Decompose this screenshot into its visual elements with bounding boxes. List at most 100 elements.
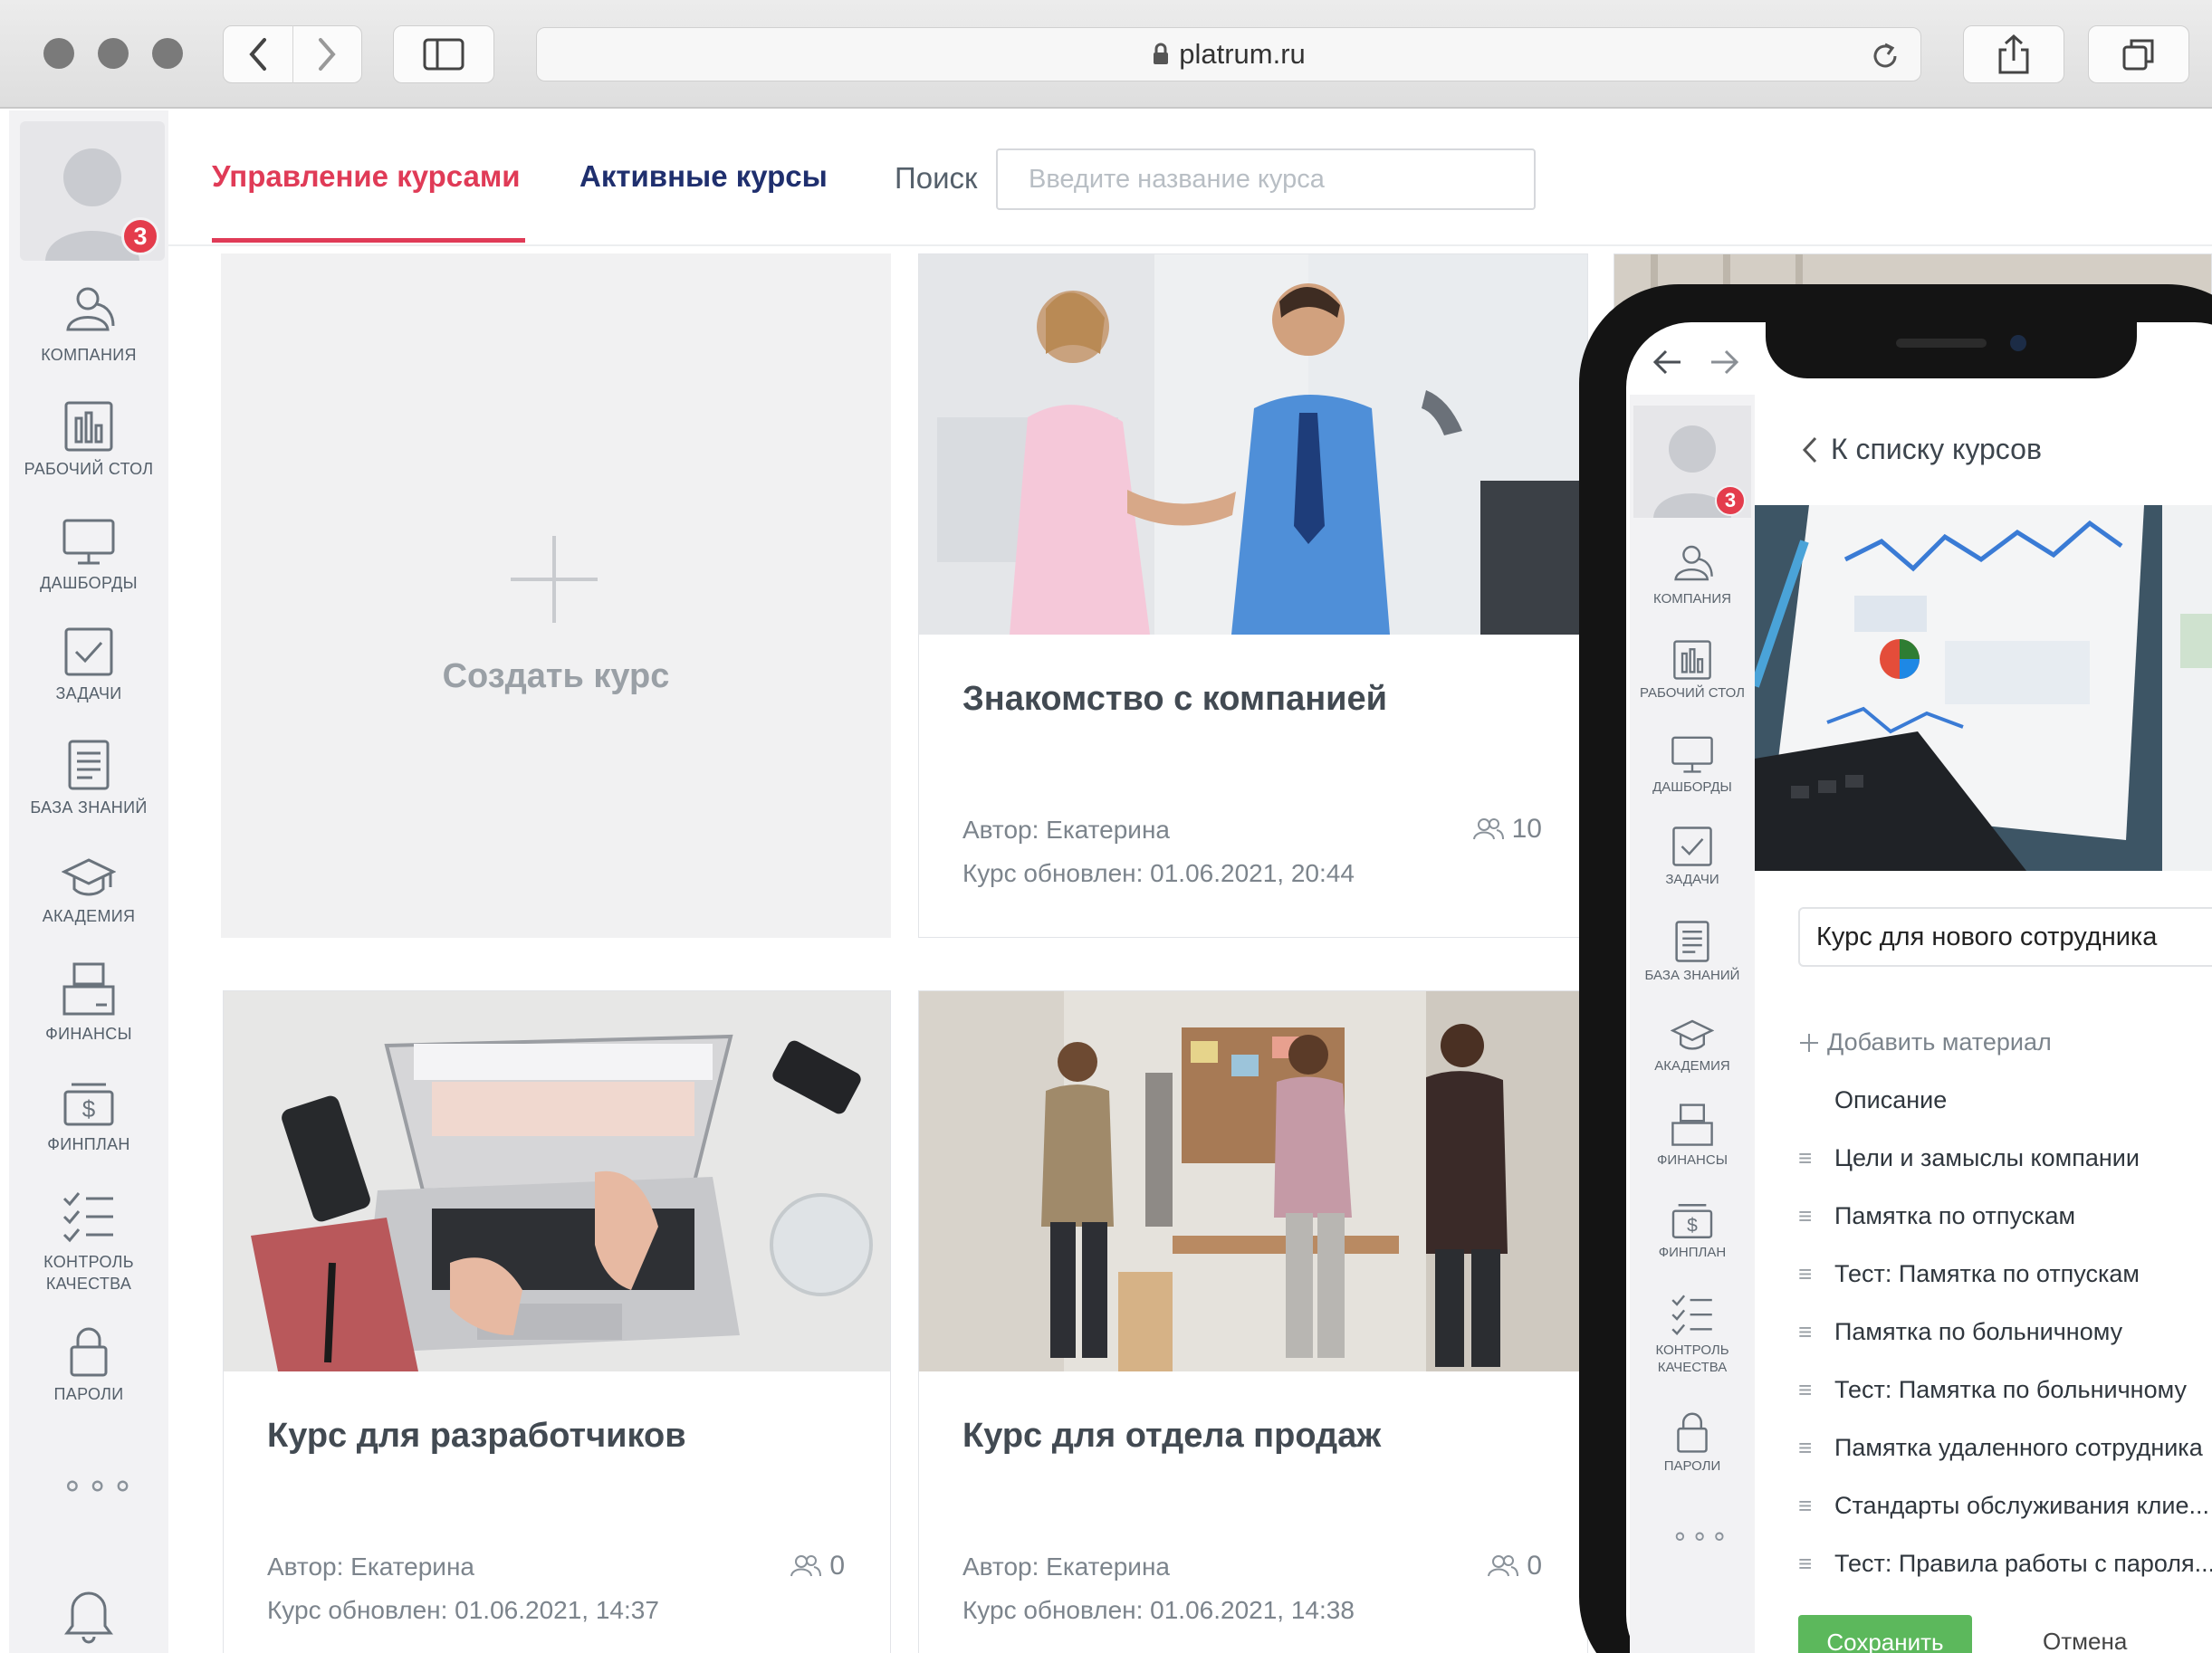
participants-count: 0 bbox=[790, 1551, 845, 1581]
material-item[interactable]: ≡ Тест: Правила работы с пароля... bbox=[1798, 1550, 2212, 1578]
sidebar-item-finplan[interactable]: $ Финплан bbox=[9, 1081, 168, 1155]
close-window-dot[interactable] bbox=[43, 38, 74, 69]
sidebar-item-passwords[interactable]: Пароли bbox=[9, 1327, 168, 1405]
svg-text:$: $ bbox=[82, 1095, 96, 1123]
sidebar-item-quality-control[interactable]: Контроль качества bbox=[9, 1190, 168, 1295]
knowledge-base-icon bbox=[68, 740, 110, 790]
sidebar-item-tasks[interactable]: Задачи bbox=[9, 626, 168, 704]
url-text: platrum.ru bbox=[1179, 38, 1306, 70]
search-input[interactable] bbox=[996, 148, 1536, 210]
phone-more-icon[interactable]: ∘∘∘ bbox=[1671, 1521, 1730, 1553]
participants-count: 0 bbox=[1487, 1551, 1542, 1581]
desktop-icon bbox=[64, 401, 113, 452]
phone-sidebar-item-passwords[interactable]: Пароли bbox=[1630, 1412, 1755, 1475]
finplan-icon: $ bbox=[63, 1083, 114, 1126]
minimize-window-dot[interactable] bbox=[98, 38, 129, 69]
material-label: Памятка по больничному bbox=[1834, 1318, 2123, 1345]
phone-sidebar-item-finplan[interactable]: $ Финплан bbox=[1630, 1202, 1755, 1261]
material-item[interactable]: ≡ Тест: Памятка по больничному bbox=[1798, 1376, 2187, 1404]
course-name-input[interactable]: Курс для нового сотрудника bbox=[1798, 907, 2212, 967]
course-cover-image bbox=[1755, 505, 2212, 871]
tabs-overview-button[interactable] bbox=[2088, 25, 2189, 83]
sidebar-item-label: Задачи bbox=[1665, 872, 1719, 887]
material-item[interactable]: ≡ Тест: Памятка по отпускам bbox=[1798, 1260, 2140, 1288]
material-item[interactable]: ≡ Памятка по отпускам bbox=[1798, 1202, 2075, 1230]
material-label: Тест: Памятка по больничному bbox=[1834, 1376, 2187, 1403]
sidebar-item-company[interactable]: Компания bbox=[9, 284, 168, 366]
drag-handle-icon[interactable]: ≡ bbox=[1798, 1492, 1834, 1520]
more-icon[interactable]: ∘∘∘ bbox=[62, 1465, 137, 1505]
lock-icon bbox=[1677, 1412, 1708, 1453]
drag-handle-icon[interactable]: ≡ bbox=[1798, 1202, 1834, 1230]
material-item[interactable]: ≡ Стандарты обслуживания клие... bbox=[1798, 1492, 2209, 1520]
maximize-window-dot[interactable] bbox=[152, 38, 183, 69]
phone-back-arrow-icon[interactable] bbox=[1652, 344, 1682, 385]
back-to-courses-link[interactable]: К списку курсов bbox=[1802, 433, 2042, 466]
phone-sidebar-item-knowledge-base[interactable]: База знаний bbox=[1630, 920, 1755, 984]
users-icon bbox=[1472, 818, 1504, 840]
phone-notification-badge: 3 bbox=[1715, 485, 1746, 516]
material-item[interactable]: ≡ Памятка удаленного сотрудника bbox=[1798, 1434, 2203, 1462]
sidebar-item-finance[interactable]: Финансы bbox=[9, 961, 168, 1045]
create-course-card[interactable] bbox=[221, 253, 891, 938]
active-tab-indicator bbox=[212, 238, 525, 243]
participants-number: 0 bbox=[829, 1551, 845, 1581]
sidebar-item-knowledge-base[interactable]: База знаний bbox=[9, 739, 168, 818]
sidebar-item-label: Финплан bbox=[1658, 1245, 1727, 1260]
drag-handle-icon[interactable]: ≡ bbox=[1798, 1144, 1834, 1172]
save-button[interactable]: Сохранить bbox=[1798, 1615, 1972, 1653]
phone-sidebar-item-tasks[interactable]: Задачи bbox=[1630, 826, 1755, 888]
participants-number: 0 bbox=[1527, 1551, 1542, 1581]
company-icon bbox=[1674, 545, 1713, 581]
sidebar-item-label: Финансы bbox=[45, 1025, 132, 1043]
phone-sidebar-item-finance[interactable]: Финансы bbox=[1630, 1103, 1755, 1169]
sidebar-toggle-button[interactable] bbox=[393, 25, 494, 83]
participants-count: 10 bbox=[1472, 814, 1542, 845]
sidebar-item-label: База знаний bbox=[1644, 968, 1740, 983]
sidebar-icon bbox=[423, 38, 464, 71]
sidebar-item-label: Компания bbox=[41, 346, 137, 364]
phone-sidebar-item-quality-control[interactable]: Контроль качества bbox=[1630, 1293, 1755, 1376]
material-item[interactable]: ≡ Памятка по больничному bbox=[1798, 1318, 2122, 1346]
monitor-icon bbox=[1671, 736, 1713, 773]
sidebar-item-desktop[interactable]: Рабочий стол bbox=[9, 400, 168, 480]
phone-forward-arrow-icon[interactable] bbox=[1709, 344, 1740, 385]
back-arrow-icon[interactable] bbox=[224, 37, 292, 72]
drag-handle-icon[interactable]: ≡ bbox=[1798, 1376, 1834, 1404]
tab-course-management[interactable]: Управление курсами bbox=[212, 159, 521, 194]
drag-handle-icon[interactable]: ≡ bbox=[1798, 1434, 1834, 1462]
browser-toolbar: platrum.ru bbox=[0, 0, 2212, 109]
drag-handle-icon[interactable]: ≡ bbox=[1798, 1318, 1834, 1346]
phone-speaker bbox=[1896, 339, 1987, 348]
course-image-handshake bbox=[919, 254, 1587, 635]
share-button[interactable] bbox=[1963, 25, 2064, 83]
sidebar-item-dashboards[interactable]: Дашборды bbox=[9, 518, 168, 594]
material-description[interactable]: Описание bbox=[1798, 1086, 1947, 1114]
material-item[interactable]: ≡ Цели и замыслы компании bbox=[1798, 1144, 2140, 1172]
phone-sidebar-item-company[interactable]: Компания bbox=[1630, 543, 1755, 607]
tab-active-courses[interactable]: Активные курсы bbox=[579, 159, 828, 194]
forward-arrow-icon[interactable] bbox=[293, 37, 362, 72]
material-label: Памятка удаленного сотрудника bbox=[1834, 1434, 2203, 1461]
reload-icon[interactable] bbox=[1870, 41, 1901, 76]
phone-sidebar-item-academy[interactable]: Академия bbox=[1630, 1018, 1755, 1075]
sidebar-item-label: Дашборды bbox=[40, 574, 138, 592]
address-bar[interactable]: platrum.ru bbox=[536, 27, 1921, 81]
phone-sidebar-item-dashboards[interactable]: Дашборды bbox=[1630, 735, 1755, 796]
drag-handle-icon[interactable]: ≡ bbox=[1798, 1260, 1834, 1288]
drag-handle-icon[interactable]: ≡ bbox=[1798, 1550, 1834, 1578]
plus-icon bbox=[1800, 1033, 1818, 1052]
cancel-button[interactable]: Отмена bbox=[2043, 1628, 2127, 1653]
phone-sidebar-item-desktop[interactable]: Рабочий стол bbox=[1630, 639, 1755, 702]
bell-icon[interactable] bbox=[63, 1584, 114, 1648]
finplan-icon: $ bbox=[1671, 1204, 1713, 1238]
tabs-icon bbox=[2122, 39, 2154, 71]
course-card[interactable]: Курс для разработчиков Автор: Екатерина … bbox=[223, 990, 891, 1653]
course-card[interactable]: Курс для отдела продаж Автор: Екатерина … bbox=[918, 990, 1588, 1653]
add-material-button[interactable]: Добавить материал bbox=[1798, 1028, 2052, 1056]
material-label: Описание bbox=[1834, 1086, 1948, 1113]
sidebar-item-label: Рабочий стол bbox=[24, 460, 154, 478]
course-card[interactable]: Знакомство с компанией Автор: Екатерина … bbox=[918, 253, 1588, 938]
sidebar-item-academy[interactable]: Академия bbox=[9, 856, 168, 927]
share-icon bbox=[1998, 33, 2029, 74]
